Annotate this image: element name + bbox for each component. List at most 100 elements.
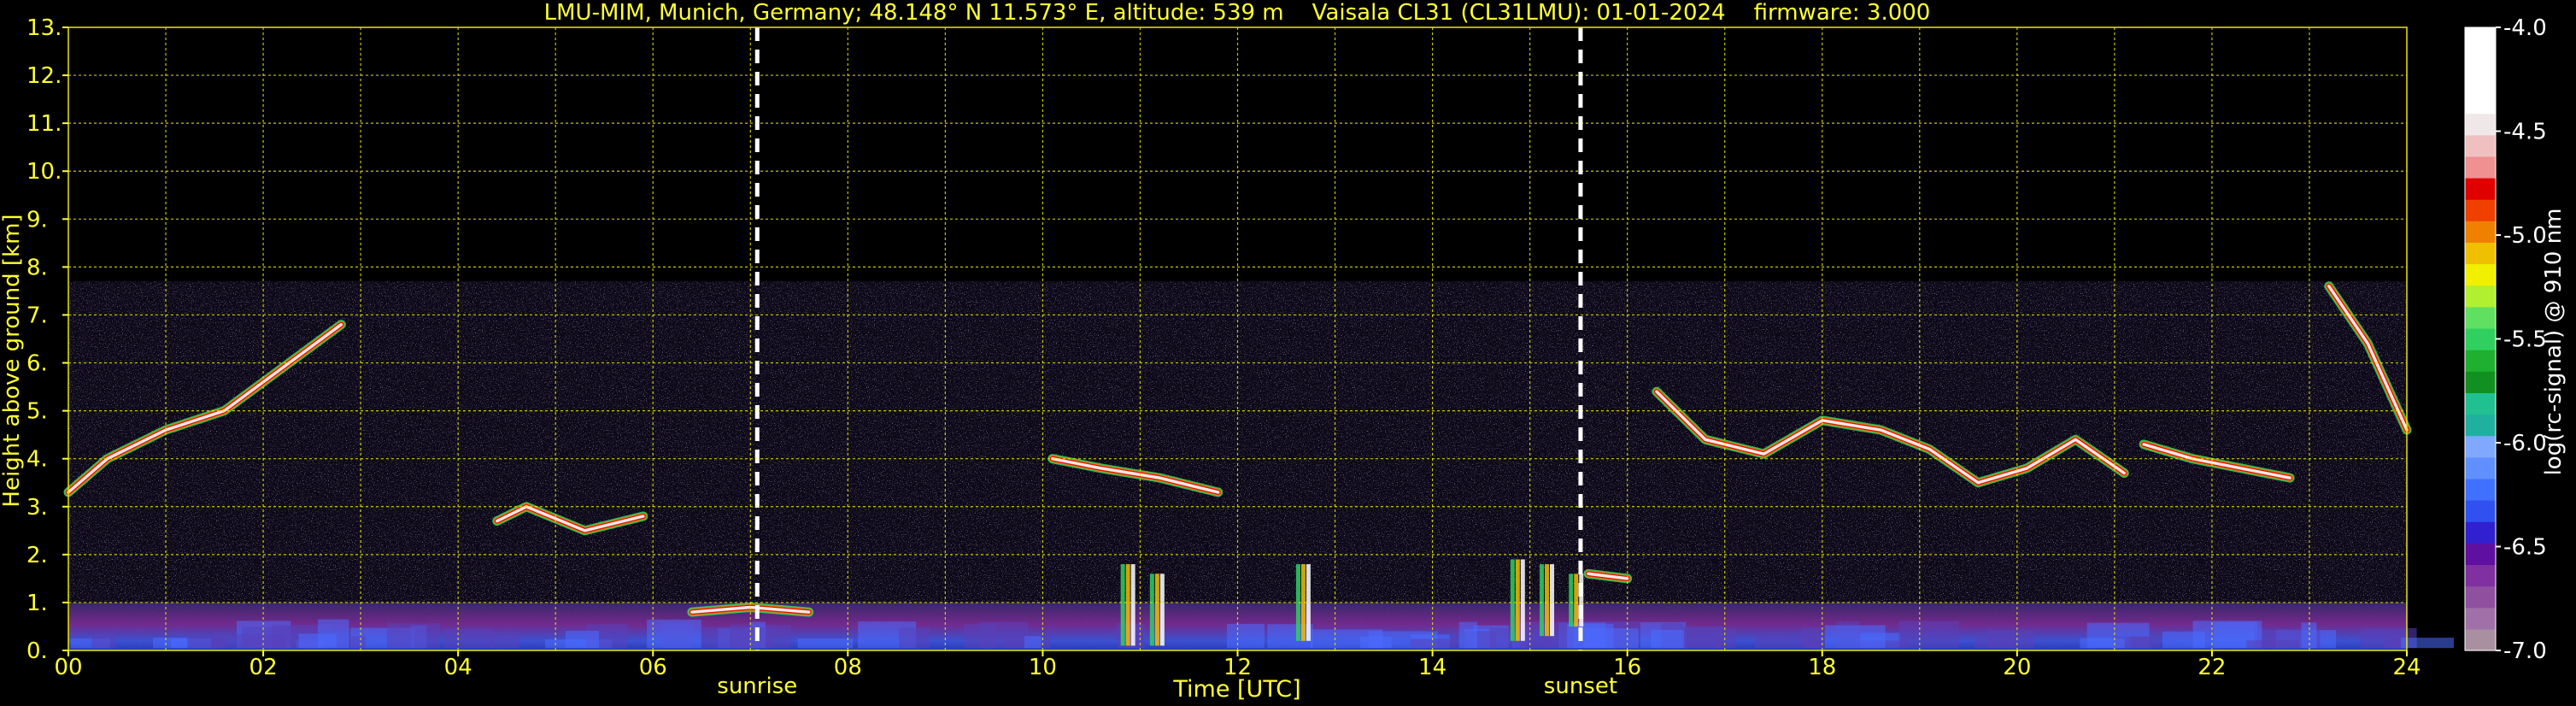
- low-signal-patch: [2080, 638, 2125, 649]
- x-tick-label: 22: [2198, 655, 2226, 680]
- x-tick-label: 18: [1808, 655, 1836, 680]
- signal-streak: [1545, 564, 1550, 637]
- x-tick-label: 24: [2392, 655, 2421, 680]
- x-tick-label: 08: [834, 655, 862, 680]
- colorbar-swatch: [2465, 521, 2496, 544]
- low-signal-patch: [1024, 636, 1042, 649]
- low-signal-patch: [647, 619, 701, 649]
- y-tick-label: 6.: [26, 351, 48, 377]
- low-signal-patch: [1567, 623, 1614, 649]
- low-signal-patch: [2401, 638, 2455, 649]
- signal-streak: [1125, 564, 1130, 646]
- x-tick-label: 06: [639, 655, 667, 680]
- low-signal-patch: [565, 630, 600, 649]
- x-tick-label: 20: [2003, 655, 2031, 680]
- low-signal-patch: [701, 627, 775, 649]
- colorbar-tick-label: -4.0: [2503, 15, 2547, 41]
- y-tick-label: 3.: [26, 495, 48, 521]
- x-tick-label: 04: [444, 655, 472, 680]
- colorbar-swatch: [2465, 91, 2496, 115]
- y-tick-label: 7.: [26, 303, 48, 328]
- x-tick-label: 02: [249, 655, 278, 680]
- y-axis-label: Height above ground [km]: [0, 214, 25, 507]
- colorbar-swatch: [2465, 564, 2496, 587]
- low-signal-patch: [386, 623, 441, 649]
- y-tick-label: 10.: [26, 159, 62, 185]
- signal-streak: [1154, 574, 1159, 646]
- signal-streak: [1574, 574, 1579, 627]
- y-tick-label: 9.: [26, 207, 48, 232]
- signal-streak: [1120, 564, 1125, 646]
- colorbar-swatch: [2465, 199, 2496, 221]
- plot-area: [63, 281, 2455, 650]
- colorbar-swatch: [2465, 628, 2496, 651]
- colorbar-tick-label: -7.0: [2503, 638, 2547, 664]
- low-signal-patch: [187, 636, 222, 649]
- x-tick-label: 10: [1029, 655, 1057, 680]
- colorbar-swatch: [2465, 306, 2496, 329]
- low-signal-patch: [1824, 625, 1886, 649]
- colorbar-swatch: [2465, 350, 2496, 372]
- low-signal-patch: [899, 627, 930, 649]
- low-signal-patch: [2131, 636, 2152, 649]
- colorbar-swatch: [2465, 327, 2496, 350]
- colorbar-swatch: [2465, 70, 2496, 93]
- x-tick-label: 16: [1613, 655, 1641, 680]
- signal-streak: [1149, 574, 1154, 646]
- low-signal-patch: [1987, 629, 2034, 649]
- low-signal-patch: [1681, 627, 1722, 649]
- low-signal-patch: [1227, 623, 1265, 649]
- colorbar-swatch: [2465, 585, 2496, 609]
- low-signal-patch: [2246, 640, 2299, 649]
- y-tick-label: 12.: [26, 63, 62, 89]
- signal-streak: [1515, 559, 1520, 641]
- low-signal-patch: [1458, 621, 1477, 649]
- chart-title: LMU-MIM, Munich, Germany; 48.148° N 11.5…: [544, 0, 1931, 26]
- ceilometer-chart: sunrise sunset 00 02 04 06 08 10 12 14 16 18 20 22 24…: [0, 0, 2576, 706]
- colorbar-swatch: [2465, 49, 2496, 71]
- y-tick-label: 1.: [26, 591, 48, 616]
- colorbar-swatch: [2465, 543, 2496, 566]
- low-signal-patch: [318, 619, 349, 649]
- colorbar-tick-label: -4.5: [2503, 120, 2547, 145]
- low-signal-patch: [91, 633, 116, 649]
- low-signal-patch: [1651, 629, 1685, 649]
- low-signal-patch: [979, 621, 1029, 649]
- y-tick-label: 5.: [26, 399, 48, 425]
- colorbar-swatch: [2465, 607, 2496, 630]
- signal-streak: [1540, 564, 1545, 637]
- y-tick-label: 2.: [26, 543, 48, 568]
- y-tick-label: 8.: [26, 255, 48, 280]
- x-tick-label: 14: [1418, 655, 1446, 680]
- colorbar-swatch: [2465, 156, 2496, 179]
- x-tick-label: 00: [54, 655, 82, 680]
- colorbar-swatch: [2465, 500, 2496, 522]
- colorbar-swatch: [2465, 113, 2496, 136]
- low-signal-patch: [1898, 621, 1959, 649]
- signal-streak: [1510, 559, 1515, 641]
- colorbar-tick-label: -6.5: [2503, 535, 2547, 561]
- colorbar-label: log(rc-signal) @ 910 nm: [2541, 209, 2567, 476]
- colorbar-swatch: [2465, 134, 2496, 157]
- low-signal-patch: [490, 633, 519, 649]
- marker-label-sunset: sunset: [1544, 674, 1617, 699]
- low-signal-patch: [1310, 629, 1383, 649]
- colorbar-swatch: [2465, 456, 2496, 479]
- y-tick-label: 13.: [26, 15, 62, 41]
- signal-streak: [1159, 574, 1165, 646]
- signal-streak: [1550, 564, 1555, 637]
- colorbar-swatch: [2465, 392, 2496, 415]
- colorbar-swatch: [2465, 478, 2496, 501]
- x-axis-label: Time [UTC]: [1172, 676, 1300, 703]
- signal-streak: [1569, 574, 1574, 627]
- signal-streak: [1520, 559, 1525, 641]
- colorbar-swatch: [2465, 285, 2496, 308]
- colorbar-swatch: [2465, 263, 2496, 286]
- low-signal-patch: [1267, 624, 1313, 649]
- colorbar-swatch: [2465, 242, 2496, 265]
- low-signal-patch: [443, 628, 493, 649]
- signal-streak: [1130, 564, 1135, 646]
- colorbar-swatch: [2465, 221, 2496, 243]
- y-tick-label: 0.: [26, 638, 48, 664]
- low-signal-patch: [1410, 638, 1457, 649]
